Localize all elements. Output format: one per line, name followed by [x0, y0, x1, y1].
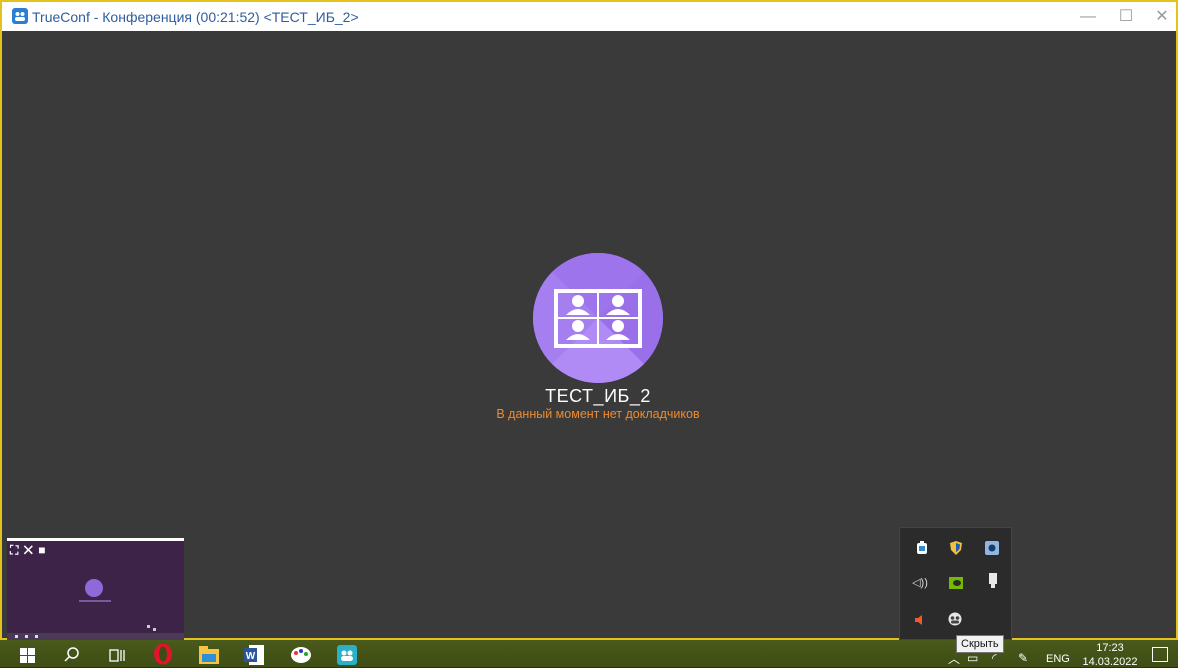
minimize-button[interactable]: — [1068, 6, 1108, 28]
file-explorer-icon[interactable] [198, 644, 220, 666]
app-icon[interactable] [984, 540, 1000, 556]
preview-avatar [85, 579, 103, 597]
pen-icon[interactable]: ✎ [1018, 651, 1028, 665]
windows-start-icon[interactable] [16, 644, 38, 666]
window-title: TrueConf - Конференция (00:21:52) <ТЕСТ_… [32, 9, 359, 25]
video-off-icon[interactable]: ■ [38, 543, 46, 557]
self-video-preview[interactable]: ⛶ ✕ ■ [7, 538, 184, 641]
preview-indicators: ⛶ ✕ ■ [10, 543, 47, 558]
usb-icon[interactable] [985, 573, 1001, 589]
language-indicator[interactable]: ENG [1046, 653, 1070, 665]
clock-date[interactable]: 14.03.2022 [1080, 656, 1140, 668]
trueconf-app-icon [12, 8, 28, 24]
conference-name: ТЕСТ_ИБ_2 [545, 386, 651, 406]
search-icon[interactable] [61, 644, 83, 666]
clock-time[interactable]: 17:23 [1088, 642, 1132, 654]
nvidia-icon[interactable] [948, 575, 964, 591]
svg-text:W: W [246, 651, 256, 662]
close-button[interactable]: ✕ [1142, 6, 1178, 28]
wifi-icon[interactable]: ◜ [992, 651, 997, 665]
trueconf-icon[interactable] [947, 611, 963, 627]
battery-icon[interactable] [914, 540, 930, 556]
preview-taskbar-remnant [7, 625, 184, 641]
volume-muted-icon[interactable] [912, 612, 928, 628]
mic-off-icon[interactable]: ✕ [24, 543, 34, 557]
tooltip-hide: Скрыть [956, 635, 1004, 653]
conference-avatar [533, 253, 663, 383]
conference-status: В данный момент нет докладчиков [496, 407, 700, 421]
notifications-icon[interactable] [1152, 647, 1168, 662]
opera-icon[interactable] [152, 643, 174, 665]
word-icon[interactable]: W [243, 644, 265, 666]
title-bar: TrueConf - Конференция (00:21:52) <ТЕСТ_… [0, 0, 1178, 31]
shield-icon[interactable] [948, 540, 964, 556]
speaker-icon[interactable]: ◁)) [912, 574, 928, 590]
paint-icon[interactable] [290, 644, 312, 666]
preview-label-line [79, 600, 111, 602]
maximize-button[interactable]: ☐ [1106, 6, 1146, 28]
camera-icon[interactable]: ⛶ [10, 543, 19, 557]
trueconf-taskbar-icon[interactable] [336, 644, 358, 666]
battery-tray-icon[interactable]: ▭ [967, 651, 978, 665]
group-conference-icon [533, 253, 663, 383]
tray-overflow-popup: ◁)) [899, 527, 1012, 640]
task-view-icon[interactable] [106, 644, 128, 666]
